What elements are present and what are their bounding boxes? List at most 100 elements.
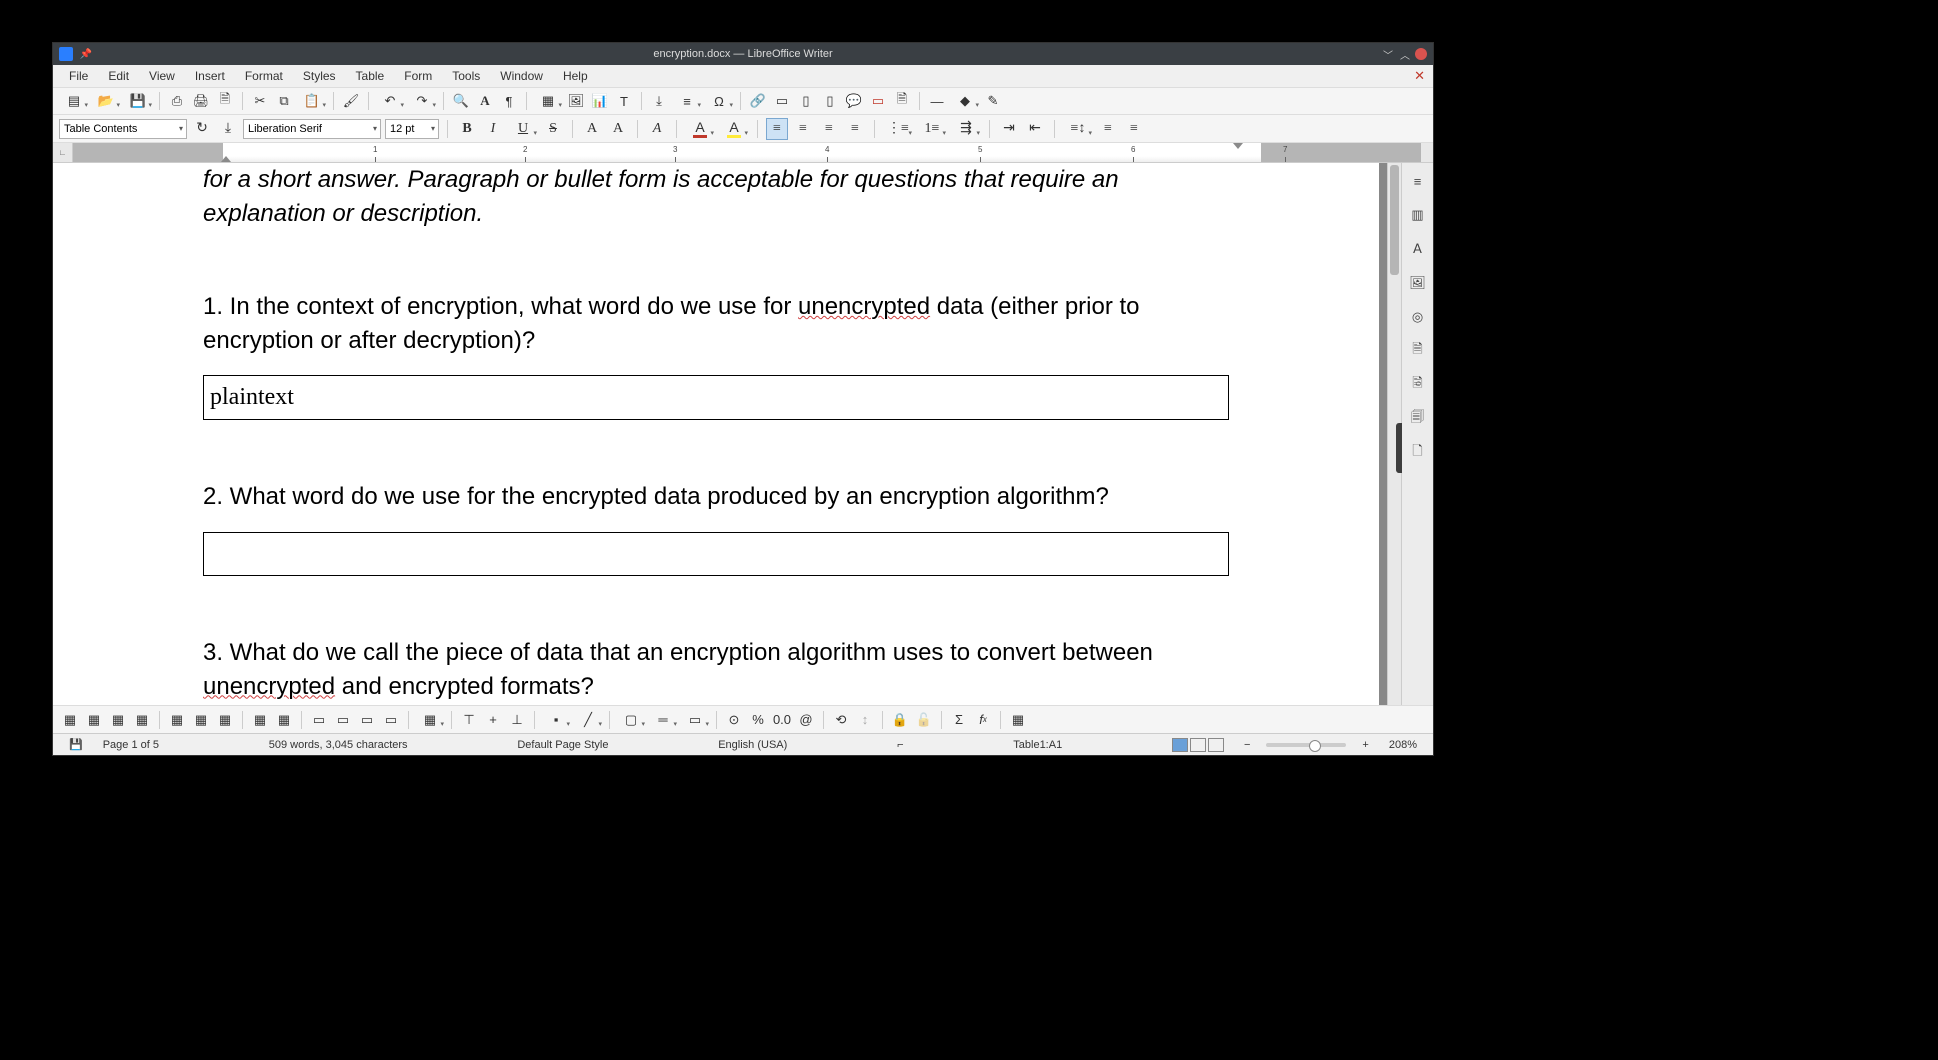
formatting-marks-button[interactable]: ¶ [498,90,520,112]
insert-col-after-button[interactable]: ▦ [131,709,153,731]
number-format-standard-button[interactable]: @ [795,709,817,731]
caption-button[interactable]: ⟲ [830,709,852,731]
question-1[interactable]: 1. In the context of encryption, what wo… [203,290,1229,357]
clear-formatting-button[interactable]: A [646,118,668,140]
number-format-decimal-button[interactable]: 0.0 [771,709,793,731]
cell-bg-button[interactable]: ▪ [541,709,571,731]
accessibility-icon[interactable]: 🗋 [1408,443,1428,463]
sum-button[interactable]: Σ [948,709,970,731]
split-cells-button[interactable]: ▭ [332,709,354,731]
scroll-thumb[interactable] [1390,165,1399,275]
font-name-combo[interactable]: Liberation Serif [243,119,381,139]
insert-cross-ref-button[interactable]: ▯ [819,90,841,112]
insert-footnote-button[interactable]: ▭ [771,90,793,112]
insert-table-button[interactable]: ▦ [533,90,563,112]
basic-shapes-button[interactable]: ◆ [950,90,980,112]
properties-panel-icon[interactable]: ▥ [1408,205,1428,225]
update-style-button[interactable]: ↻ [191,118,213,140]
clone-formatting-button[interactable]: 🖌 [340,90,362,112]
show-changes-button[interactable]: 🗎 [891,90,913,112]
selection-mode-status[interactable]: ⌐ [887,739,913,751]
answer-box-1[interactable]: plaintext [203,375,1229,420]
save-button[interactable]: 💾 [123,90,153,112]
style-inspector-icon[interactable]: 🗟 [1408,375,1428,395]
menu-view[interactable]: View [139,67,185,85]
sidebar-handle[interactable] [1396,423,1402,473]
pin-icon[interactable]: 📌 [79,47,93,61]
book-view-icon[interactable] [1208,738,1224,752]
menu-help[interactable]: Help [553,67,598,85]
delete-row-button[interactable]: ▦ [166,709,188,731]
insert-hyperlink-button[interactable]: 🔗 [747,90,769,112]
align-bottom-button[interactable]: ⊥ [506,709,528,731]
protect-cells-button[interactable]: 🔒 [889,709,911,731]
new-doc-button[interactable]: ▤ [59,90,89,112]
spell-error[interactable]: unencrypted [203,673,335,700]
highlight-button[interactable]: A [719,118,749,140]
merge-cells-button[interactable]: ▭ [308,709,330,731]
table-cell-status[interactable]: Table1:A1 [1003,739,1072,751]
zoom-in-button[interactable]: + [1352,739,1378,751]
select-table-button[interactable]: ▦ [273,709,295,731]
number-format-percent-button[interactable]: % [747,709,769,731]
number-format-currency-button[interactable]: ⊙ [723,709,745,731]
copy-button[interactable]: ⧉ [273,90,295,112]
answer-box-2[interactable] [203,532,1229,576]
delete-col-button[interactable]: ▦ [190,709,212,731]
paragraph-style-combo[interactable]: Table Contents [59,119,187,139]
insert-bookmark-button[interactable]: ▯ [795,90,817,112]
table-properties-button[interactable]: ▦ [1007,709,1029,731]
autoformat-button[interactable]: ▦ [415,709,445,731]
menu-file[interactable]: File [59,67,98,85]
document-page[interactable]: for a short answer. Paragraph or bullet … [53,163,1379,705]
print-preview-button[interactable]: 🗎 [214,90,236,112]
superscript-button[interactable]: A​ [581,118,603,140]
insert-image-button[interactable]: 🖼 [565,90,587,112]
word-count-status[interactable]: 509 words, 3,045 characters [259,739,418,751]
strikethrough-button[interactable]: S [542,118,564,140]
page-status[interactable]: Page 1 of 5 [93,739,169,751]
line-button[interactable]: — [926,90,948,112]
styles-panel-icon[interactable]: 𝖠 [1408,239,1428,259]
formula-button[interactable]: fx [972,709,994,731]
document-viewport[interactable]: for a short answer. Paragraph or bullet … [53,163,1387,705]
navigator-panel-icon[interactable]: ◎ [1408,307,1428,327]
numbered-list-button[interactable]: 1≡ [917,118,947,140]
gallery-panel-icon[interactable]: 🖼 [1408,273,1428,293]
justify-button[interactable]: ≡ [844,118,866,140]
question-2[interactable]: 2. What word do we use for the encrypted… [203,480,1229,514]
view-mode-icons[interactable] [1162,738,1234,752]
insert-comment-button[interactable]: 💬 [843,90,865,112]
unprotect-cells-button[interactable]: 🔓 [913,709,935,731]
print-button[interactable]: 🖨 [190,90,212,112]
spellcheck-button[interactable]: A [474,90,496,112]
zoom-level[interactable]: 208% [1379,739,1427,751]
zoom-slider[interactable] [1266,743,1346,747]
export-pdf-button[interactable]: ⎙ [166,90,188,112]
insert-col-before-button[interactable]: ▦ [107,709,129,731]
menu-tools[interactable]: Tools [442,67,490,85]
sidebar-settings-icon[interactable]: ≡ [1408,171,1428,191]
increase-spacing-button[interactable]: ≡ [1097,118,1119,140]
delete-table-button[interactable]: ▦ [214,709,236,731]
decrease-spacing-button[interactable]: ≡ [1123,118,1145,140]
page-style-status[interactable]: Default Page Style [507,739,618,751]
menu-insert[interactable]: Insert [185,67,235,85]
align-right-button[interactable]: ≡ [818,118,840,140]
insert-row-below-button[interactable]: ▦ [83,709,105,731]
split-table-button[interactable]: ▭ [356,709,378,731]
decrease-indent-button[interactable]: ⇤ [1024,118,1046,140]
paste-button[interactable]: 📋 [297,90,327,112]
italic-button[interactable]: I [482,118,504,140]
outline-button[interactable]: ⇶ [951,118,981,140]
align-top-button[interactable]: ⊤ [458,709,480,731]
align-left-button[interactable]: ≡ [766,118,788,140]
draw-functions-button[interactable]: ✎ [982,90,1004,112]
border-style2-button[interactable]: ═ [648,709,678,731]
bullet-list-button[interactable]: ⋮≡ [883,118,913,140]
insert-symbol-button[interactable]: Ω [704,90,734,112]
center-vert-button[interactable]: + [482,709,504,731]
manage-changes-icon[interactable]: 🗐 [1408,409,1428,429]
sort-button[interactable]: ↕ [854,709,876,731]
intro-paragraph[interactable]: for a short answer. Paragraph or bullet … [203,163,1229,230]
